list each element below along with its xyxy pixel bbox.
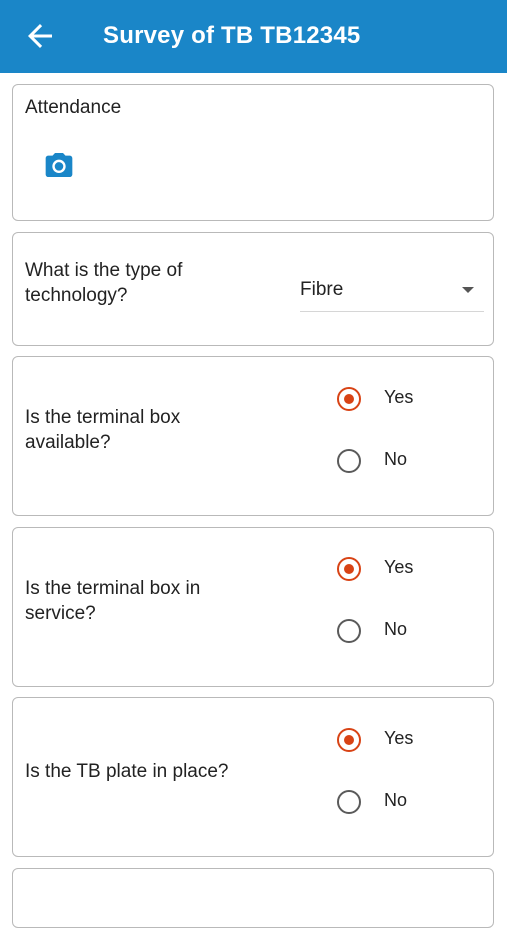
radio-checked-icon <box>337 557 361 581</box>
take-photo-button[interactable] <box>43 149 75 181</box>
question-label: Is the TB plate in place? <box>25 761 229 782</box>
dropdown-arrow-icon <box>462 287 474 293</box>
radio-option-yes[interactable]: Yes <box>337 724 487 756</box>
radio-label-yes: Yes <box>384 387 414 407</box>
radio-option-yes[interactable]: Yes <box>337 383 487 415</box>
radio-option-no[interactable]: No <box>337 615 487 647</box>
radio-unchecked-icon <box>337 790 361 814</box>
question-label: Is the terminal box in service? <box>25 578 201 624</box>
attendance-card: Attendance <box>12 84 494 221</box>
radio-checked-icon <box>337 387 361 411</box>
question-card-terminal-box-in-service: Is the terminal box in service? Yes No <box>12 527 494 687</box>
page-title: Survey of TB TB12345 <box>103 22 361 49</box>
radio-option-no[interactable]: No <box>337 786 487 818</box>
technology-card: What is the type of technology? Fibre <box>12 232 494 346</box>
attendance-label: Attendance <box>25 97 122 118</box>
radio-option-yes[interactable]: Yes <box>337 553 487 585</box>
radio-label-no: No <box>384 449 408 469</box>
radio-label-yes: Yes <box>384 557 414 577</box>
technology-dropdown[interactable]: Fibre <box>300 273 484 312</box>
radio-checked-icon <box>337 728 361 752</box>
question-card-terminal-box-available: Is the terminal box available? Yes No <box>12 356 494 516</box>
question-label: Is the terminal box available? <box>25 407 181 453</box>
arrow-left-icon <box>28 24 52 48</box>
technology-question: What is the type of technology? <box>25 260 183 306</box>
radio-unchecked-icon <box>337 449 361 473</box>
app-bar: Survey of TB TB12345 <box>0 0 507 73</box>
radio-label-yes: Yes <box>384 728 414 748</box>
back-button[interactable] <box>22 18 58 54</box>
radio-unchecked-icon <box>337 619 361 643</box>
radio-label-no: No <box>384 790 408 810</box>
radio-label-no: No <box>384 619 408 639</box>
camera-icon <box>45 153 73 177</box>
radio-option-no[interactable]: No <box>337 445 487 477</box>
technology-selected-value: Fibre <box>300 279 344 300</box>
question-card-tb-plate-in-place: Is the TB plate in place? Yes No <box>12 697 494 857</box>
next-question-card <box>12 868 494 928</box>
